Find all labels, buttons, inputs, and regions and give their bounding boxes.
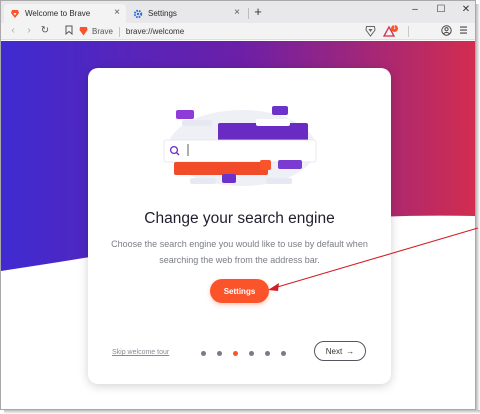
next-label: Next bbox=[325, 346, 343, 356]
brave-shield-icon bbox=[79, 26, 88, 38]
window-shadow-right bbox=[476, 4, 480, 414]
toolbar: ‹ › ↻ Brave brave://welcome 1 bbox=[1, 23, 475, 40]
browser-window: Welcome to Brave × Settings × + – ☐ ✕ ‹ … bbox=[0, 0, 476, 410]
url-text[interactable]: brave://welcome bbox=[126, 27, 184, 36]
gear-icon bbox=[133, 9, 143, 19]
step-indicator bbox=[201, 351, 286, 356]
profile-icon[interactable] bbox=[441, 25, 452, 41]
page-title: Change your search engine bbox=[144, 210, 335, 227]
bookmark-icon[interactable] bbox=[63, 25, 75, 40]
back-button[interactable]: ‹ bbox=[7, 24, 19, 38]
welcome-card: Change your search engine Choose the sea… bbox=[88, 68, 391, 384]
brave-lion-icon bbox=[10, 9, 20, 19]
tab-title: Settings bbox=[148, 9, 177, 18]
brave-shields-button[interactable] bbox=[365, 25, 376, 42]
window-shadow-bottom bbox=[4, 410, 480, 414]
menu-icon[interactable] bbox=[459, 25, 468, 40]
address-bar[interactable]: Brave brave://welcome bbox=[79, 25, 359, 38]
tab-title: Welcome to Brave bbox=[25, 9, 91, 18]
skip-welcome-tour-link[interactable]: Skip welcome tour bbox=[112, 349, 169, 356]
step-dot[interactable] bbox=[217, 351, 222, 356]
step-dot-active[interactable] bbox=[233, 351, 238, 356]
step-dot[interactable] bbox=[265, 351, 270, 356]
search-engine-illustration bbox=[163, 106, 317, 186]
forward-button[interactable]: › bbox=[23, 24, 35, 38]
settings-button[interactable]: Settings bbox=[210, 279, 269, 303]
step-dot[interactable] bbox=[249, 351, 254, 356]
tab-strip: Welcome to Brave × Settings × + – ☐ ✕ bbox=[1, 1, 475, 23]
rewards-badge: 1 bbox=[391, 25, 398, 32]
tab-settings[interactable]: Settings × bbox=[127, 4, 246, 23]
close-window-button[interactable]: ✕ bbox=[459, 4, 473, 15]
site-label: Brave bbox=[92, 27, 113, 36]
welcome-page: Change your search engine Choose the sea… bbox=[1, 41, 475, 409]
maximize-button[interactable]: ☐ bbox=[434, 4, 448, 15]
minimize-button[interactable]: – bbox=[408, 4, 422, 15]
new-tab-button[interactable]: + bbox=[251, 5, 265, 19]
url-divider bbox=[118, 26, 120, 37]
arrow-right-icon: → bbox=[346, 346, 355, 356]
reload-button[interactable]: ↻ bbox=[39, 24, 51, 38]
tab-welcome[interactable]: Welcome to Brave × bbox=[4, 4, 126, 23]
tab-divider bbox=[248, 8, 249, 19]
tab-close-icon[interactable]: × bbox=[234, 8, 240, 18]
step-dot[interactable] bbox=[281, 351, 286, 356]
next-button[interactable]: Next → bbox=[314, 341, 366, 361]
tab-close-icon[interactable]: × bbox=[114, 8, 120, 18]
toolbar-divider bbox=[408, 26, 409, 37]
page-description: Choose the search engine you would like … bbox=[111, 239, 368, 265]
step-dot[interactable] bbox=[201, 351, 206, 356]
